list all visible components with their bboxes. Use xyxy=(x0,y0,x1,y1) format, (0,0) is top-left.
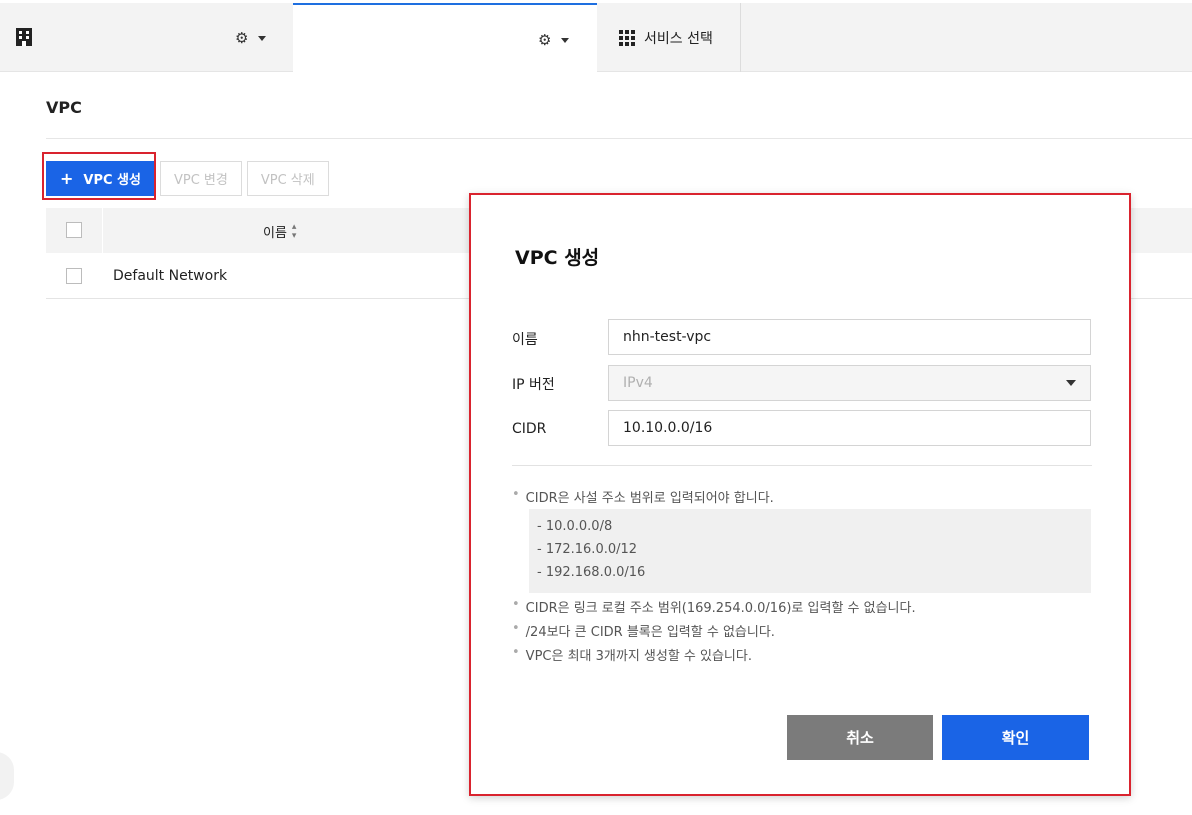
grid-icon xyxy=(619,29,635,46)
name-label: 이름 xyxy=(512,332,538,348)
note-text: CIDR은 사설 주소 범위로 입력되어야 합니다. xyxy=(525,491,774,506)
page-title: VPC xyxy=(46,98,82,117)
create-vpc-dialog: VPC 생성 이름 nhn-test-vpc IP 버전 IPv4 CIDR 1… xyxy=(469,193,1131,796)
confirm-button[interactable]: 확인 xyxy=(942,715,1089,760)
note-block-size: • /24보다 큰 CIDR 블록은 입력할 수 없습니다. xyxy=(512,621,775,640)
bullet: • xyxy=(512,487,520,502)
chevron-down-icon xyxy=(1066,380,1076,386)
delete-vpc-button[interactable]: VPC 삭제 xyxy=(246,161,329,196)
vpc-name-cell: Default Network xyxy=(113,268,228,284)
top-bar: ⚙ ⚙ 서비스 선택 xyxy=(0,3,1192,72)
chevron-down-icon xyxy=(258,36,267,41)
list-item: - 192.168.0.0/16 xyxy=(537,565,646,580)
column-header-name[interactable]: 이름 ▴ ▾ xyxy=(263,222,296,241)
ip-version-label: IP 버전 xyxy=(512,377,555,393)
note-vpc-limit: • VPC은 최대 3개까지 생성할 수 있습니다. xyxy=(512,645,752,664)
edit-vpc-button[interactable]: VPC 변경 xyxy=(159,161,242,196)
sort-icon[interactable]: ▴ ▾ xyxy=(292,222,297,241)
ip-version-value: IPv4 xyxy=(623,375,653,391)
dialog-title: VPC 생성 xyxy=(515,247,600,269)
ip-version-select[interactable]: IPv4 xyxy=(608,365,1091,401)
column-header-name-label: 이름 xyxy=(263,226,287,241)
bullet: • xyxy=(512,645,520,660)
bullet: • xyxy=(512,621,520,636)
bullet: • xyxy=(512,597,520,612)
project-tab[interactable]: ⚙ xyxy=(293,3,597,72)
building-icon[interactable] xyxy=(16,28,32,46)
create-button-highlight xyxy=(42,152,156,200)
row-checkbox[interactable] xyxy=(66,268,82,284)
divider xyxy=(46,138,1192,139)
list-item: - 10.0.0.0/8 xyxy=(537,519,613,534)
org-settings-dropdown[interactable]: ⚙ xyxy=(235,29,267,47)
name-input[interactable]: nhn-test-vpc xyxy=(608,319,1091,355)
note-text: /24보다 큰 CIDR 블록은 입력할 수 없습니다. xyxy=(525,625,775,640)
cidr-range-list: - 10.0.0.0/8 - 172.16.0.0/12 - 192.168.0… xyxy=(529,509,1091,593)
divider xyxy=(512,465,1092,466)
note-link-local: • CIDR은 링크 로컬 주소 범위(169.254.0.0/16)로 입력할… xyxy=(512,597,916,616)
service-select-tab[interactable]: 서비스 선택 xyxy=(597,3,741,72)
select-all-checkbox[interactable] xyxy=(66,222,82,238)
list-item: - 172.16.0.0/12 xyxy=(537,542,638,557)
cidr-label: CIDR xyxy=(512,421,547,437)
gear-icon: ⚙ xyxy=(538,31,552,49)
chevron-down-icon xyxy=(561,38,570,43)
cidr-input[interactable]: 10.10.0.0/16 xyxy=(608,410,1091,446)
gear-icon: ⚙ xyxy=(235,29,249,47)
column-separator xyxy=(102,208,103,253)
note-text: CIDR은 링크 로컬 주소 범위(169.254.0.0/16)로 입력할 수… xyxy=(525,601,916,616)
note-text: VPC은 최대 3개까지 생성할 수 있습니다. xyxy=(525,649,752,664)
service-select-label: 서비스 선택 xyxy=(644,30,713,47)
project-settings-dropdown[interactable]: ⚙ xyxy=(538,31,570,49)
note-private-range: • CIDR은 사설 주소 범위로 입력되어야 합니다. xyxy=(512,487,774,506)
cancel-button[interactable]: 취소 xyxy=(787,715,933,760)
chat-bubble[interactable] xyxy=(0,752,14,800)
